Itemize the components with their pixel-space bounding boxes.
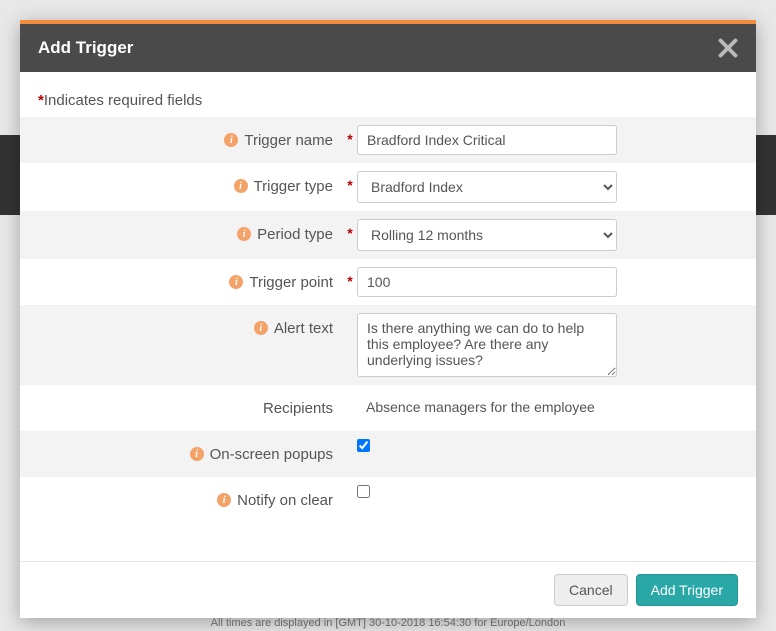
required-mark: * — [343, 125, 357, 147]
close-icon[interactable] — [718, 38, 738, 58]
info-icon[interactable]: i — [224, 133, 238, 147]
cancel-button[interactable]: Cancel — [554, 574, 628, 606]
trigger-type-select[interactable]: Bradford Index — [357, 171, 617, 203]
trigger-point-input[interactable] — [357, 267, 617, 297]
add-trigger-button[interactable]: Add Trigger — [636, 574, 738, 606]
row-trigger-type: i Trigger type * Bradford Index — [20, 163, 756, 211]
row-notify-on-clear: i Notify on clear — [20, 477, 756, 523]
label-trigger-point: Trigger point — [249, 274, 333, 291]
info-icon[interactable]: i — [190, 447, 204, 461]
label-period-type: Period type — [257, 226, 333, 243]
info-icon[interactable]: i — [237, 227, 251, 241]
info-icon[interactable]: i — [234, 179, 248, 193]
add-trigger-modal: Add Trigger *Indicates required fields i… — [20, 20, 756, 618]
info-icon[interactable]: i — [217, 493, 231, 507]
row-onscreen-popups: i On-screen popups — [20, 431, 756, 477]
label-trigger-type: Trigger type — [254, 178, 333, 195]
label-alert-text: Alert text — [274, 320, 333, 337]
modal-body: *Indicates required fields i Trigger nam… — [20, 72, 756, 561]
recipients-value: Absence managers for the employee — [357, 393, 604, 421]
required-fields-note: *Indicates required fields — [20, 82, 756, 117]
info-icon[interactable]: i — [254, 321, 268, 335]
modal-header: Add Trigger — [20, 20, 756, 72]
trigger-name-input[interactable] — [357, 125, 617, 155]
label-notify-on-clear: Notify on clear — [237, 492, 333, 509]
row-alert-text: i Alert text — [20, 305, 756, 385]
footer-timestamp: All times are displayed in [GMT] 30-10-2… — [0, 615, 776, 631]
label-trigger-name: Trigger name — [244, 132, 333, 149]
row-recipients: Recipients Absence managers for the empl… — [20, 385, 756, 431]
label-onscreen-popups: On-screen popups — [210, 446, 333, 463]
row-trigger-point: i Trigger point * — [20, 259, 756, 305]
required-mark: * — [343, 171, 357, 193]
period-type-select[interactable]: Rolling 12 months — [357, 219, 617, 251]
alert-text-textarea[interactable] — [357, 313, 617, 377]
required-mark: * — [343, 267, 357, 289]
label-recipients: Recipients — [263, 400, 333, 417]
info-icon[interactable]: i — [229, 275, 243, 289]
modal-footer: Cancel Add Trigger — [20, 561, 756, 618]
row-period-type: i Period type * Rolling 12 months — [20, 211, 756, 259]
notify-on-clear-checkbox[interactable] — [357, 485, 370, 498]
onscreen-popups-checkbox[interactable] — [357, 439, 370, 452]
required-mark: * — [343, 219, 357, 241]
row-trigger-name: i Trigger name * — [20, 117, 756, 163]
modal-title: Add Trigger — [38, 38, 133, 58]
